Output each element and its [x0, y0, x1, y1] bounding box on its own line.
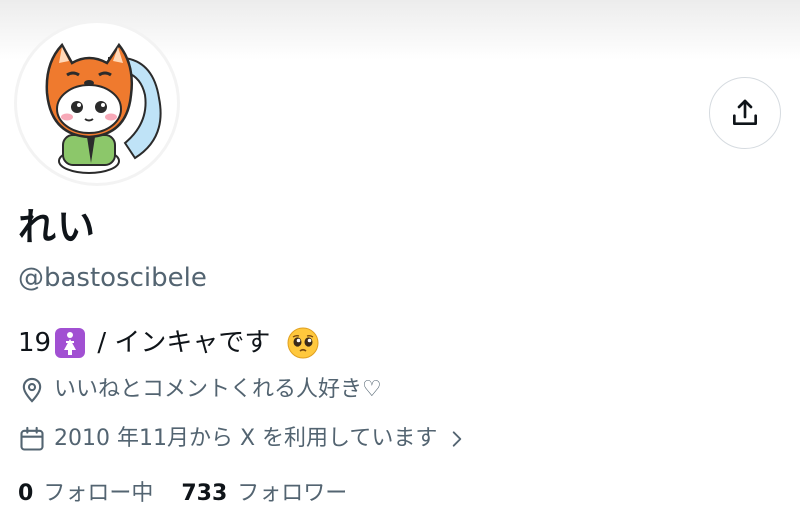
followers-label: フォロワー: [237, 481, 348, 506]
follow-stats: 0 フォロー中 733 フォロワー: [18, 478, 347, 510]
following-link[interactable]: 0 フォロー中: [18, 478, 153, 510]
display-name: れい: [18, 205, 97, 249]
bio: 19 / インキャです: [18, 324, 319, 362]
location-pin-icon: [22, 377, 42, 403]
location-row: いいねとコメントくれる人好き♡: [18, 374, 382, 406]
restroom-icon: [55, 328, 86, 358]
chevron-right-icon: [453, 431, 462, 447]
bio-prefix: 19: [18, 328, 52, 358]
share-button[interactable]: [709, 77, 781, 149]
joined-text: 2010 年11月から X を利用しています: [54, 426, 438, 451]
following-label: フォロー中: [43, 481, 154, 506]
calendar-icon: [20, 426, 44, 451]
share-icon: [733, 99, 757, 125]
followers-link[interactable]: 733 フォロワー: [181, 478, 347, 510]
avatar[interactable]: [14, 20, 180, 186]
pleading-face-icon: [287, 327, 319, 359]
user-handle: @bastoscibele: [18, 263, 207, 293]
following-count: 0: [18, 481, 34, 506]
followers-count: 733: [181, 481, 228, 506]
joined-row[interactable]: 2010 年11月から X を利用しています: [18, 423, 467, 455]
location-text: いいねとコメントくれる人好き♡: [54, 377, 382, 402]
avatar-illustration: [45, 42, 162, 174]
bio-text: / インキャです: [89, 328, 279, 358]
